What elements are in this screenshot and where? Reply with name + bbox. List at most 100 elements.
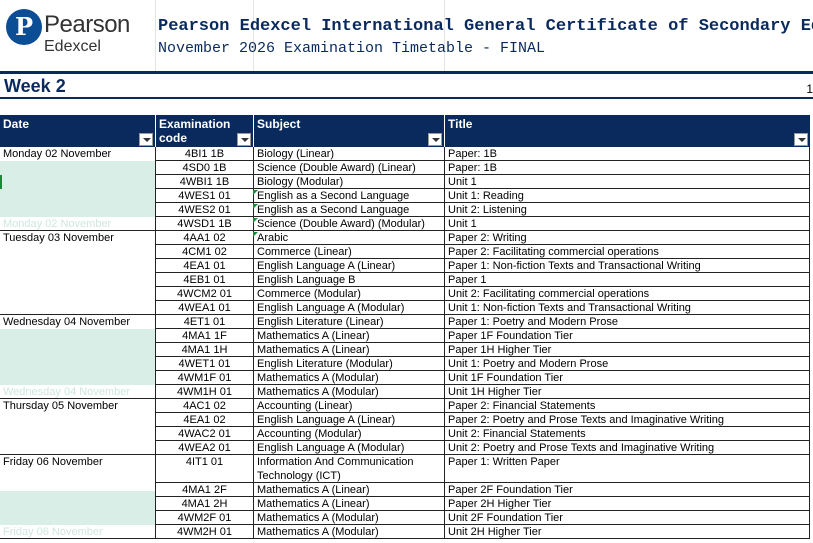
subject-cell: English Language B — [253, 273, 444, 287]
title-cell: Paper: 1B — [444, 147, 810, 161]
subject-cell: Biology (Modular) — [253, 175, 444, 189]
date-group: Thursday 05 November — [0, 399, 155, 455]
title-cell: Paper 1H Higher Tier — [444, 343, 810, 357]
subject-cell: English as a Second Language — [253, 189, 444, 203]
title-cell: Paper 1: Written Paper — [444, 455, 810, 483]
subject-cell: Accounting (Modular) — [253, 427, 444, 441]
subject-cell: Biology (Linear) — [253, 147, 444, 161]
date-fill — [0, 329, 155, 385]
title-cell: Paper 2: Financial Statements — [444, 399, 810, 413]
logo-subword: Edexcel — [44, 38, 101, 55]
exam-code-cell: 4SD0 1B — [155, 161, 253, 175]
title-cell: Unit 2H Higher Tier — [444, 525, 810, 539]
subject-cell: Mathematics A (Modular) — [253, 525, 444, 539]
exam-code-cell: 4ET1 01 — [155, 315, 253, 329]
date-ghost-label: Monday 02 November — [3, 218, 112, 230]
exam-code-cell: 4WAC2 01 — [155, 427, 253, 441]
title-cell: Paper 1: Non-fiction Texts and Transacti… — [444, 259, 810, 273]
title-cell: Paper: 1B — [444, 161, 810, 175]
gridline — [253, 0, 254, 72]
title-cell: Paper 2: Writing — [444, 231, 810, 245]
column-header-label: Title — [448, 117, 473, 131]
exam-code-cell: 4WES2 01 — [155, 203, 253, 217]
exam-code-cell: 4MA1 1F — [155, 329, 253, 343]
exam-code-cell: 4WCM2 01 — [155, 287, 253, 301]
title-cell: Unit 1H Higher Tier — [444, 385, 810, 399]
date-group: Monday 02 November Monday 02 November — [0, 147, 155, 231]
date-separator — [0, 538, 155, 539]
subject-cell: Mathematics A (Linear) — [253, 329, 444, 343]
subject-cell: English as a Second Language — [253, 203, 444, 217]
date-group: Wednesday 04 November Wednesday 04 Novemb… — [0, 315, 155, 399]
filter-dropdown-icon[interactable] — [428, 133, 442, 146]
subject-cell: Mathematics A (Modular) — [253, 371, 444, 385]
title-cell: Unit 1 — [444, 217, 810, 231]
filter-dropdown-icon[interactable] — [237, 133, 251, 146]
exam-code-cell: 4EA1 02 — [155, 413, 253, 427]
title-cell: Paper 2F Foundation Tier — [444, 483, 810, 497]
page-number: 1 — [806, 82, 813, 96]
title-cell: Unit 1 — [444, 175, 810, 189]
subject-cell: English Language A (Modular) — [253, 441, 444, 455]
exam-code-cell: 4EB1 01 — [155, 273, 253, 287]
pearson-logo: P Pearson Edexcel — [6, 7, 156, 63]
column-header-title: Title — [444, 115, 810, 147]
exam-code-cell: 4WM2F 01 — [155, 511, 253, 525]
date-fill — [0, 161, 155, 217]
title-cell: Unit 2: Financial Statements — [444, 427, 810, 441]
exam-code-cell: 4WET1 01 — [155, 357, 253, 371]
exam-code-cell: 4MA1 1H — [155, 343, 253, 357]
column-header-label: Date — [3, 117, 30, 131]
exam-code-cell: 4WES1 01 — [155, 189, 253, 203]
exam-code-cell: 4WM1H 01 — [155, 385, 253, 399]
cell-warning-icon — [253, 204, 258, 209]
date-group: Tuesday 03 November — [0, 231, 155, 315]
table-header: Date Examination code Subject Title — [0, 115, 810, 147]
column-header-label: Examination code — [159, 117, 231, 145]
column-header-subject: Subject — [253, 115, 444, 147]
column-header-label: Subject — [257, 117, 301, 131]
cell-warning-icon — [253, 190, 258, 195]
title-cell: Unit 1: Reading — [444, 189, 810, 203]
title-cell: Unit 2F Foundation Tier — [444, 511, 810, 525]
title-cell: Paper 1 — [444, 273, 810, 287]
subject-cell: Information And Communication Technology… — [253, 455, 444, 483]
exam-code-cell: 4MA1 2H — [155, 497, 253, 511]
pearson-logo-icon: P — [6, 9, 42, 45]
exam-code-cell: 4WM1F 01 — [155, 371, 253, 385]
exam-code-cell: 4IT1 01 — [155, 455, 253, 483]
document-subtitle: November 2026 Examination Timetable - FI… — [158, 40, 546, 57]
subject-cell: Mathematics A (Linear) — [253, 483, 444, 497]
subject-cell: Commerce (Linear) — [253, 245, 444, 259]
subject-cell: English Language A (Linear) — [253, 413, 444, 427]
title-cell: Unit 1F Foundation Tier — [444, 371, 810, 385]
date-fill — [0, 491, 155, 525]
exam-code-cell: 4WEA1 01 — [155, 301, 253, 315]
title-cell: Paper 2: Facilitating commercial operati… — [444, 245, 810, 259]
week-heading: Week 2 — [4, 76, 66, 96]
exam-code-cell: 4WBI1 1B — [155, 175, 253, 189]
filter-dropdown-icon[interactable] — [794, 133, 808, 146]
exam-code-cell: 4WEA2 01 — [155, 441, 253, 455]
subject-cell: Mathematics A (Linear) — [253, 497, 444, 511]
week-rule — [0, 97, 813, 99]
exam-code-cell: 4EA1 01 — [155, 259, 253, 273]
filter-dropdown-icon[interactable] — [139, 133, 153, 146]
title-cell: Paper 1F Foundation Tier — [444, 329, 810, 343]
date-group: Friday 06 November Friday 06 November — [0, 455, 155, 539]
cell-warning-icon — [253, 218, 258, 223]
date-ghost-label: Friday 06 November — [3, 526, 103, 538]
exam-code-cell: 4BI1 1B — [155, 147, 253, 161]
subject-cell: English Literature (Linear) — [253, 315, 444, 329]
subject-cell: Arabic — [253, 231, 444, 245]
subject-cell: English Language A (Modular) — [253, 301, 444, 315]
logo-wordmark: Pearson — [44, 11, 130, 38]
subject-cell: Mathematics A (Linear) — [253, 343, 444, 357]
subject-cell: Commerce (Modular) — [253, 287, 444, 301]
subject-cell: Mathematics A (Modular) — [253, 511, 444, 525]
title-cell: Paper 2: Poetry and Prose Texts and Imag… — [444, 413, 810, 427]
title-cell: Unit 2: Facilitating commercial operatio… — [444, 287, 810, 301]
cell-warning-icon — [253, 232, 258, 237]
date-label: Monday 02 November — [3, 148, 112, 160]
column-header-date: Date — [0, 115, 155, 147]
